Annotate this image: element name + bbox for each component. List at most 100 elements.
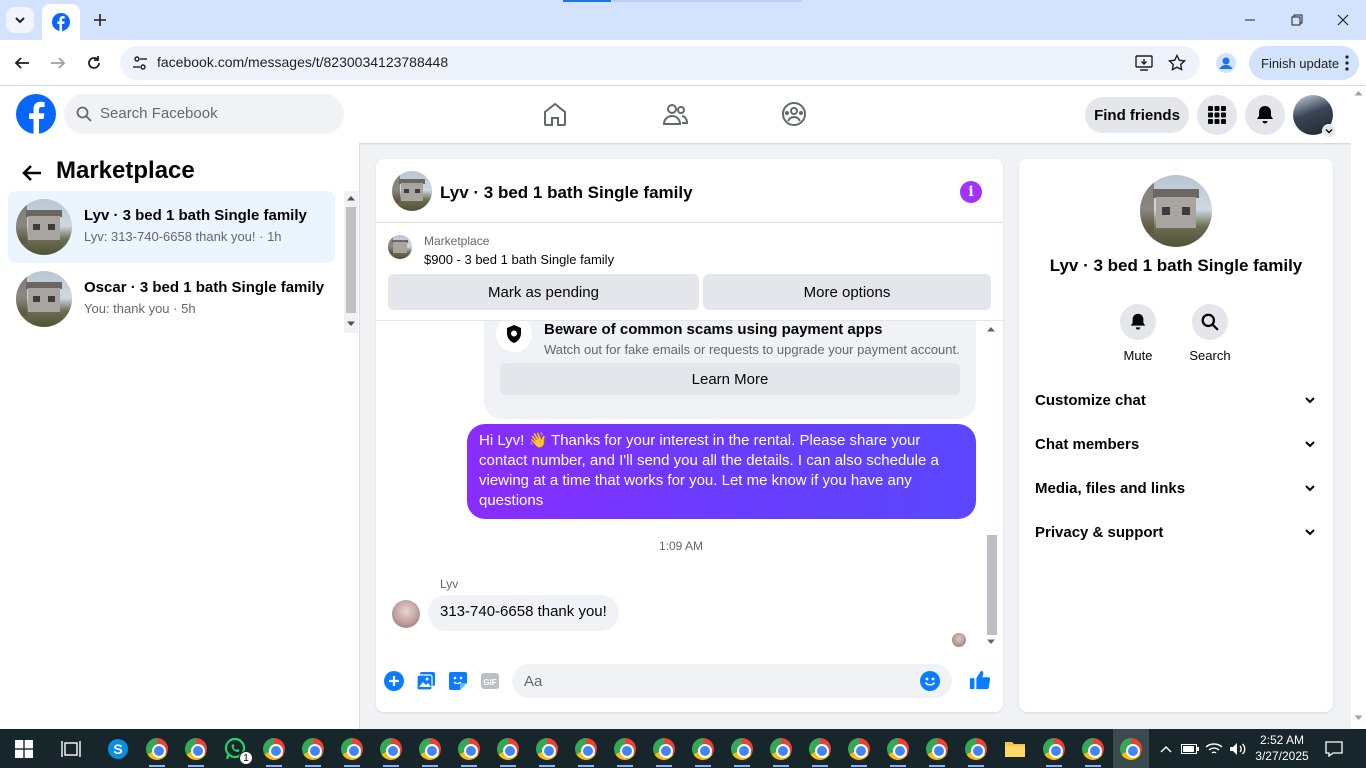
menu-button[interactable] [1197,95,1237,135]
learn-more-button[interactable]: Learn More [500,363,960,395]
mute-button[interactable]: Mute [1108,304,1168,363]
nav-groups[interactable] [780,100,808,128]
sticker-button[interactable] [447,670,469,692]
wifi-icon [1205,743,1223,754]
chrome-app[interactable] [1079,735,1107,767]
profile-button[interactable] [1214,51,1238,75]
chrome-app[interactable] [533,735,561,767]
mark-as-pending-button[interactable]: Mark as pending [388,274,699,310]
chevron-down-icon [1325,129,1333,134]
nav-home[interactable] [541,100,569,128]
find-friends-button[interactable]: Find friends [1085,97,1189,133]
chrome-app[interactable] [962,735,990,767]
forward-button[interactable] [46,51,70,75]
chat-avatar[interactable] [392,171,432,211]
chrome-app[interactable] [143,735,171,767]
close-window-button[interactable] [1331,8,1355,32]
file-explorer-app[interactable] [1001,735,1029,763]
scrollbar-thumb[interactable] [987,535,997,635]
chrome-app[interactable] [845,735,873,767]
chrome-app[interactable] [494,735,522,767]
chrome-app[interactable] [611,735,639,767]
search-in-conversation-button[interactable]: Search [1180,304,1240,363]
install-app-button[interactable] [1132,51,1156,75]
whatsapp-app[interactable]: 1 [221,735,253,765]
nav-friends[interactable] [661,100,689,128]
sidebar-scrollbar[interactable] [344,191,358,333]
finish-update-button[interactable]: Finish update [1249,46,1359,80]
listing-thumbnail[interactable] [388,235,412,259]
chrome-app[interactable] [806,735,834,767]
reload-button[interactable] [82,51,106,75]
url-text[interactable]: facebook.com/messages/t/8230034123788448 [157,54,448,70]
start-button[interactable] [10,735,38,763]
chrome-app[interactable] [260,735,288,767]
chrome-app-active[interactable] [1113,729,1149,768]
skype-app[interactable]: S [104,735,132,763]
chrome-app[interactable] [923,735,951,767]
incoming-message[interactable]: 313-740-6658 thank you! [428,595,619,631]
chat-title[interactable]: Lyv · 3 bed 1 bath Single family [440,183,693,203]
restore-button[interactable] [1285,8,1309,32]
chrome-app[interactable] [338,735,366,767]
new-tab-button[interactable] [88,8,112,32]
chrome-icon [1120,737,1142,760]
chat-scrollbar[interactable] [984,321,998,651]
chrome-app[interactable] [416,735,444,767]
chrome-icon [458,738,480,760]
tab-facebook[interactable] [42,4,80,40]
minimize-button[interactable] [1238,8,1262,32]
page-scrollbar[interactable] [1351,86,1366,729]
privacy-support-section[interactable]: Privacy & support [1027,513,1325,553]
chat-list-item[interactable]: Oscar · 3 bed 1 bath Single family You: … [8,263,335,335]
chat-members-section[interactable]: Chat members [1027,425,1325,465]
attach-photo-button[interactable] [415,670,437,692]
notifications-button[interactable] [1245,95,1285,135]
media-files-links-section[interactable]: Media, files and links [1027,469,1325,509]
more-options-button[interactable]: More options [703,274,991,310]
chrome-app[interactable] [728,735,756,767]
section-label: Chat members [1035,436,1140,453]
chrome-app[interactable] [689,735,717,767]
chrome-app[interactable] [767,735,795,767]
address-bar[interactable]: facebook.com/messages/t/8230034123788448 [120,46,1200,80]
chrome-app[interactable] [650,735,678,767]
chrome-app[interactable] [299,735,327,767]
emoji-icon[interactable] [920,671,940,691]
scrollbar-thumb[interactable] [346,207,356,313]
volume-indicator[interactable] [1224,735,1252,763]
sender-avatar[interactable] [392,600,420,628]
action-center-button[interactable] [1320,735,1348,763]
message-input[interactable]: Aa [512,664,952,698]
listing-photo[interactable] [1140,175,1212,247]
outgoing-message[interactable]: Hi Lyv! 👋 Thanks for your interest in th… [467,424,976,519]
conversation-info-button[interactable]: i [960,181,982,203]
chrome-app[interactable] [572,735,600,767]
gif-button[interactable]: GIF [479,670,501,692]
task-view-button[interactable] [57,735,85,763]
facebook-logo[interactable] [16,94,56,134]
chat-list-item[interactable]: Lyv · 3 bed 1 bath Single family Lyv: 31… [8,191,335,263]
facebook-search[interactable]: Search Facebook [64,94,344,134]
site-info-button[interactable] [128,51,152,75]
listing-title[interactable]: $900 - 3 bed 1 bath Single family [424,252,614,267]
bookmark-button[interactable] [1165,51,1189,75]
chrome-app[interactable] [1040,735,1068,767]
chrome-icon [536,738,558,760]
back-button[interactable] [20,161,44,185]
back-button[interactable] [10,51,34,75]
chrome-app[interactable] [182,735,210,767]
chevron-down-icon [1305,529,1315,536]
chrome-app[interactable] [884,735,912,767]
more-actions-button[interactable] [383,670,405,692]
chrome-app[interactable] [377,735,405,767]
system-clock[interactable]: 2:52 AM 3/27/2025 [1254,732,1310,764]
tab-search-button[interactable] [6,7,34,33]
search-placeholder: Search Facebook [100,105,218,122]
customize-chat-section[interactable]: Customize chat [1027,381,1325,421]
chrome-icon [146,738,168,760]
account-avatar[interactable] [1293,95,1336,138]
like-button[interactable] [969,669,991,691]
chrome-app[interactable] [455,735,483,767]
shield-icon-wrap [496,321,532,352]
